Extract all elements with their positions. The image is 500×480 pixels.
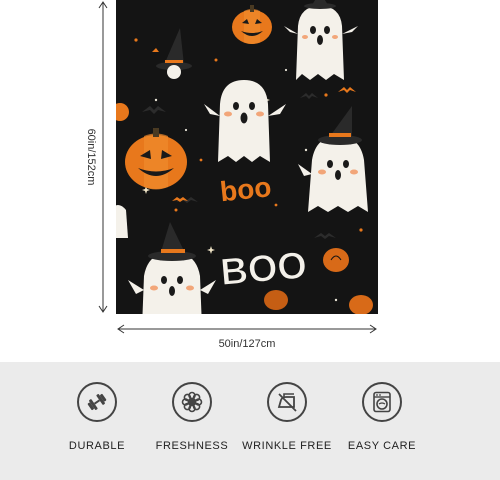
dumbbell-icon [77,382,117,422]
blanket-product-image: boo BOO [116,0,378,314]
boo-orange-text: boo [219,171,273,207]
feature-label: FRESHNESS [155,440,229,452]
width-label: 50in/127cm [218,338,276,350]
feature-label: WRINKLE FREE [242,440,332,452]
product-image-area: 60in/152cm boo BOO 50in/127cm [0,0,500,362]
feature-durable: DURABLE [42,362,152,480]
width-dimension-arrow [117,324,377,334]
boo-white-text: BOO [219,245,309,294]
height-label: 60in/152cm [85,128,97,186]
feature-label: DURABLE [68,440,126,452]
washing-machine-icon [362,382,402,422]
flower-icon [172,382,212,422]
feature-wrinkle-free: WRINKLE FREE [232,362,342,480]
iron-icon [267,382,307,422]
feature-freshness: FRESHNESS [137,362,247,480]
feature-easy-care: EASY CARE [327,362,437,480]
features-band: DURABLE FRESHNESS WRINKLE FREE EASY CARE [0,362,500,480]
height-dimension-arrow [98,1,108,313]
feature-label: EASY CARE [347,440,417,452]
